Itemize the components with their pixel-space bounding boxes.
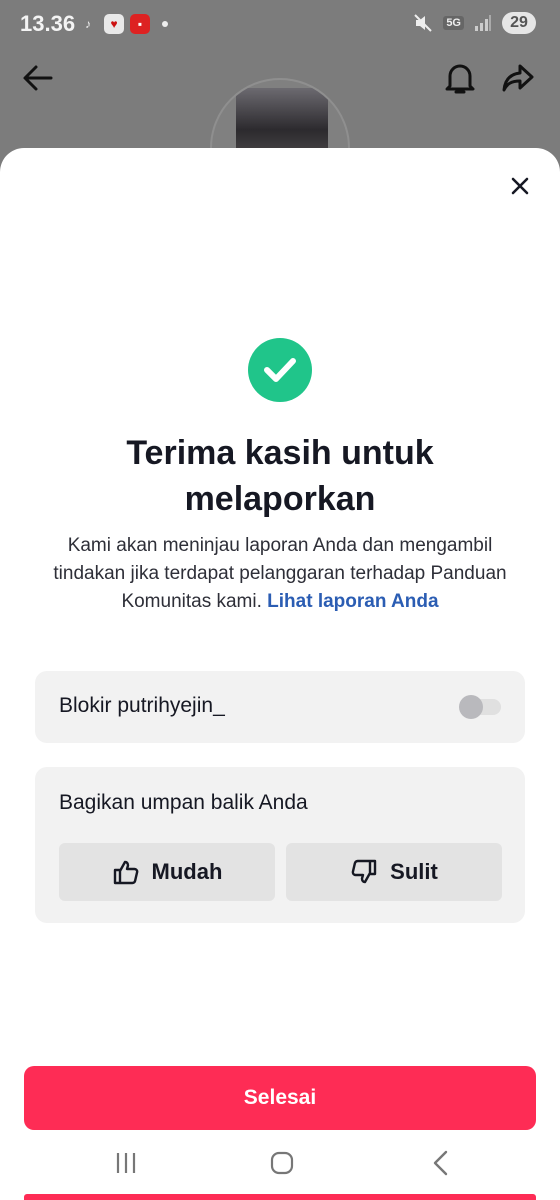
more-notifications-dot — [162, 21, 168, 27]
success-badge — [248, 338, 312, 402]
back-button[interactable] — [18, 58, 58, 98]
feedback-section: Bagikan umpan balik Anda Mudah Sulit — [35, 767, 525, 923]
back-icon — [433, 1150, 448, 1176]
feedback-hard-button[interactable]: Sulit — [286, 843, 502, 901]
home-icon — [270, 1151, 294, 1175]
block-user-toggle[interactable] — [459, 695, 501, 719]
block-user-row: Blokir putrihyejin_ — [35, 671, 525, 743]
home-button[interactable] — [262, 1148, 302, 1178]
close-icon — [511, 177, 529, 195]
status-time: 13.36 — [20, 11, 76, 36]
notification-icons: ♪ ♥ ▪ — [78, 14, 168, 34]
bell-icon — [445, 64, 475, 94]
signal-icon — [475, 15, 491, 31]
network-type: 5G — [443, 16, 464, 30]
done-button[interactable]: Selesai — [24, 1066, 536, 1130]
thumbs-up-icon — [113, 860, 138, 885]
feedback-easy-label: Mudah — [151, 859, 223, 884]
close-button[interactable] — [506, 172, 534, 200]
next-screen-edge — [24, 1194, 536, 1200]
system-navigation-bar — [0, 1138, 560, 1188]
feedback-easy-button[interactable]: Mudah — [59, 843, 275, 901]
system-back-button[interactable] — [420, 1148, 460, 1178]
feedback-hard-label: Sulit — [390, 859, 438, 884]
report-confirmation-sheet: Terima kasih untuk melaporkan Kami akan … — [0, 148, 560, 1200]
shop-notification-icon: ▪ — [130, 14, 150, 34]
confirmation-title: Terima kasih untuk melaporkan — [126, 434, 434, 518]
view-report-link[interactable]: Lihat laporan Anda — [267, 591, 438, 612]
toggle-knob — [459, 695, 483, 719]
share-icon — [502, 64, 534, 92]
block-user-label: Blokir putrihyejin_ — [59, 694, 225, 717]
checkmark-icon — [264, 358, 296, 382]
back-arrow-icon — [23, 65, 53, 91]
recent-apps-button[interactable] — [106, 1148, 146, 1178]
status-bar: 13.36 ♪ ♥ ▪ 5G 29 — [0, 0, 560, 50]
mute-icon — [414, 14, 433, 32]
app-notification-icon: ♥ — [104, 14, 124, 34]
recent-apps-icon — [116, 1153, 136, 1173]
notifications-button[interactable] — [440, 58, 480, 98]
tiktok-notification-icon: ♪ — [85, 17, 91, 31]
confirmation-description: Kami akan meninjau laporan Anda dan meng… — [30, 532, 530, 616]
thumbs-down-icon — [351, 859, 377, 884]
battery-level: 29 — [502, 12, 536, 34]
status-right-icons: 5G 29 — [413, 12, 536, 34]
feedback-label: Bagikan umpan balik Anda — [59, 791, 308, 814]
share-button[interactable] — [498, 58, 538, 98]
